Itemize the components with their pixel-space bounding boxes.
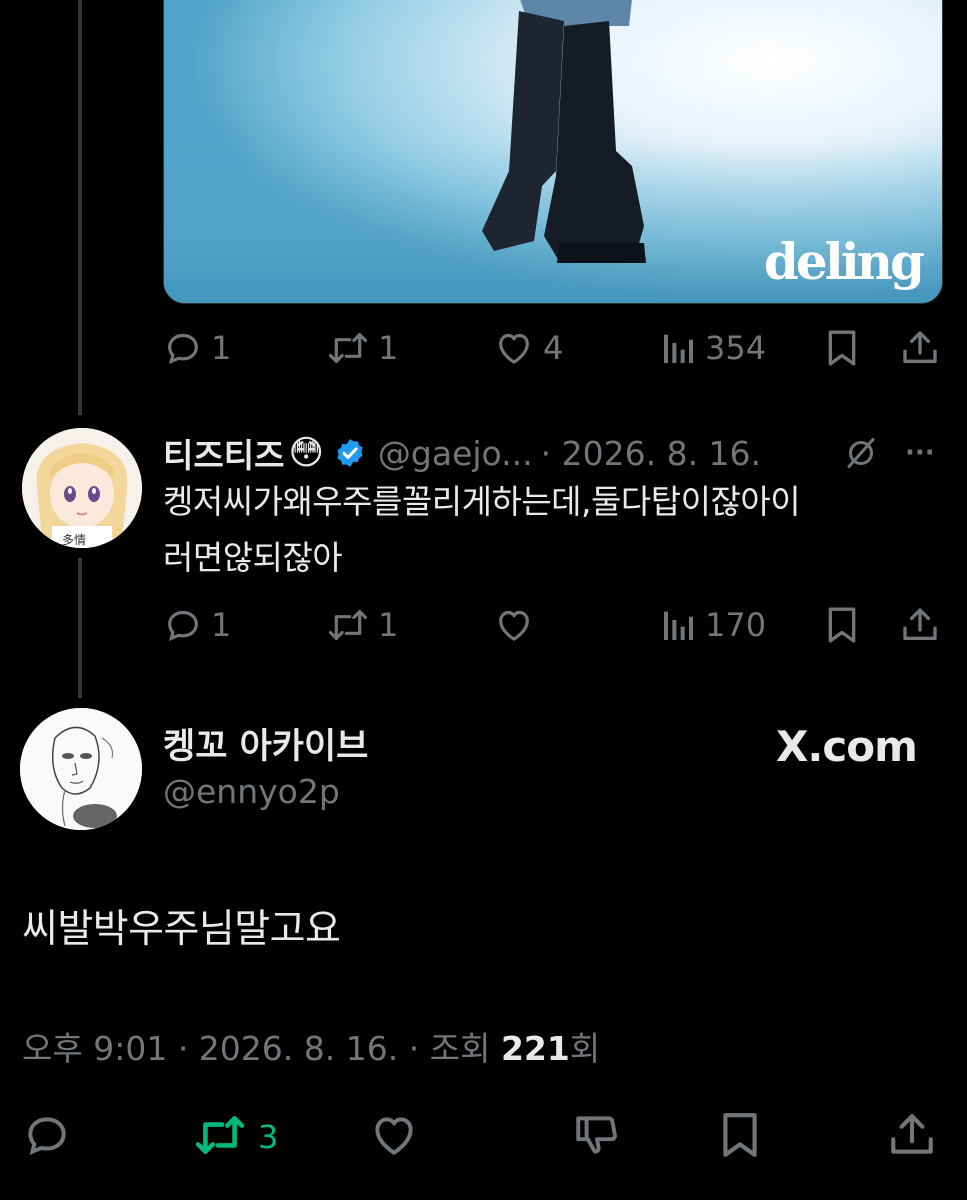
bookmark-icon — [824, 328, 860, 368]
tweet2-reply-button[interactable]: 1 — [163, 600, 231, 650]
tweet2-handle[interactable]: @gaejo... — [378, 434, 533, 473]
tweet2-views-button[interactable]: 170 — [661, 600, 766, 650]
main-like-button[interactable] — [368, 1110, 420, 1164]
bookmark-icon — [824, 605, 860, 645]
tweet2-bookmark-button[interactable] — [824, 600, 860, 650]
share-icon — [901, 328, 939, 368]
main-tweet-action-bar: 3 — [0, 1102, 967, 1172]
retweet-icon — [326, 605, 370, 645]
thread-line-middle — [78, 558, 82, 698]
main-retweet-button[interactable]: 3 — [192, 1110, 278, 1164]
tweet1-retweet-count: 1 — [378, 329, 399, 367]
tweet2-date[interactable]: · 2026. 8. 16. — [541, 434, 761, 473]
like-icon — [493, 605, 535, 645]
main-share-button[interactable] — [888, 1110, 936, 1164]
reply-icon — [163, 605, 203, 645]
tweet1-action-bar: 1 1 4 354 — [163, 323, 941, 373]
source-label: X.com — [776, 722, 918, 771]
main-bookmark-button[interactable] — [718, 1110, 762, 1164]
reply-icon — [163, 328, 203, 368]
views-icon — [661, 605, 697, 645]
tweet2-avatar[interactable]: 多情 — [22, 428, 142, 548]
main-tweet-handle[interactable]: @ennyo2p — [163, 772, 340, 811]
tweet2-share-button[interactable] — [901, 600, 939, 650]
tweet2-name-emoji: 😳 — [288, 433, 324, 473]
avatar-anime-girl: 多情 — [22, 428, 142, 548]
main-reply-button[interactable] — [22, 1110, 72, 1164]
retweet-icon — [192, 1110, 248, 1164]
bookmark-icon — [718, 1110, 762, 1164]
tweet2-retweet-count: 1 — [378, 606, 399, 644]
like-icon — [368, 1110, 420, 1164]
views-icon — [661, 328, 697, 368]
reply-icon — [22, 1110, 72, 1164]
verified-badge-icon — [334, 437, 366, 469]
tweet1-share-button[interactable] — [901, 323, 939, 373]
tweet1-views-button[interactable]: 354 — [661, 323, 766, 373]
avatar-sketch-face — [20, 708, 142, 830]
main-retweet-count: 3 — [258, 1118, 279, 1156]
retweet-icon — [326, 328, 370, 368]
tweet1-reply-count: 1 — [211, 329, 232, 367]
tweet2-header: 티즈티즈 😳 @gaejo... · 2026. 8. 16. ··· — [163, 428, 943, 478]
tweet2-action-bar: 1 1 170 — [163, 600, 941, 650]
tweet1-like-button[interactable]: 4 — [493, 323, 563, 373]
share-icon — [888, 1110, 936, 1164]
thread-line-top — [78, 0, 82, 415]
tweet1-reply-button[interactable]: 1 — [163, 323, 231, 373]
main-tweet-avatar[interactable] — [20, 708, 142, 830]
downvote-icon — [572, 1110, 622, 1164]
main-tweet-views-count: 221 — [500, 1029, 570, 1068]
tweet2-text-line-1: 켕저씨가왜우주를꼴리게하는데,둘다탑이잖아이 — [163, 482, 801, 521]
main-tweet-display-name[interactable]: 켕꼬 아카이브 — [163, 718, 368, 769]
tweet-media-image[interactable]: deling — [163, 0, 943, 304]
tweet2-display-name[interactable]: 티즈티즈 — [163, 429, 284, 477]
main-tweet-time[interactable]: 오후 9:01 — [22, 1029, 167, 1068]
tweet2-retweet-button[interactable]: 1 — [326, 600, 398, 650]
tweet1-like-count: 4 — [543, 329, 564, 367]
tweet1-view-count: 354 — [705, 329, 767, 367]
tweet2-more-button[interactable]: ··· — [905, 438, 935, 468]
main-tweet-meta: 오후 9:01 · 2026. 8. 16. · 조회 221회 — [22, 1022, 600, 1070]
tweet2-text-line-2: 러면않되잖아 — [163, 538, 343, 577]
main-tweet-date[interactable]: · 2026. 8. 16. — [178, 1029, 398, 1068]
main-tweet-views-prefix: · 조회 — [408, 1029, 501, 1068]
media-watermark: deling — [763, 232, 925, 291]
tweet1-bookmark-button[interactable] — [824, 323, 860, 373]
share-icon — [901, 605, 939, 645]
main-downvote-button[interactable] — [572, 1110, 622, 1164]
like-icon — [493, 328, 535, 368]
grok-icon[interactable] — [843, 435, 879, 471]
main-tweet-text: 씨발박우주님말고요 — [22, 907, 341, 952]
svg-text:多情: 多情 — [62, 533, 86, 547]
main-tweet-views-suffix: 회 — [569, 1029, 601, 1068]
tweet2-like-button[interactable] — [493, 600, 543, 650]
tweet1-retweet-button[interactable]: 1 — [326, 323, 398, 373]
tweet2-reply-count: 1 — [211, 606, 232, 644]
source-watermark: X.com — [776, 722, 918, 771]
tweet2-view-count: 170 — [705, 606, 767, 644]
